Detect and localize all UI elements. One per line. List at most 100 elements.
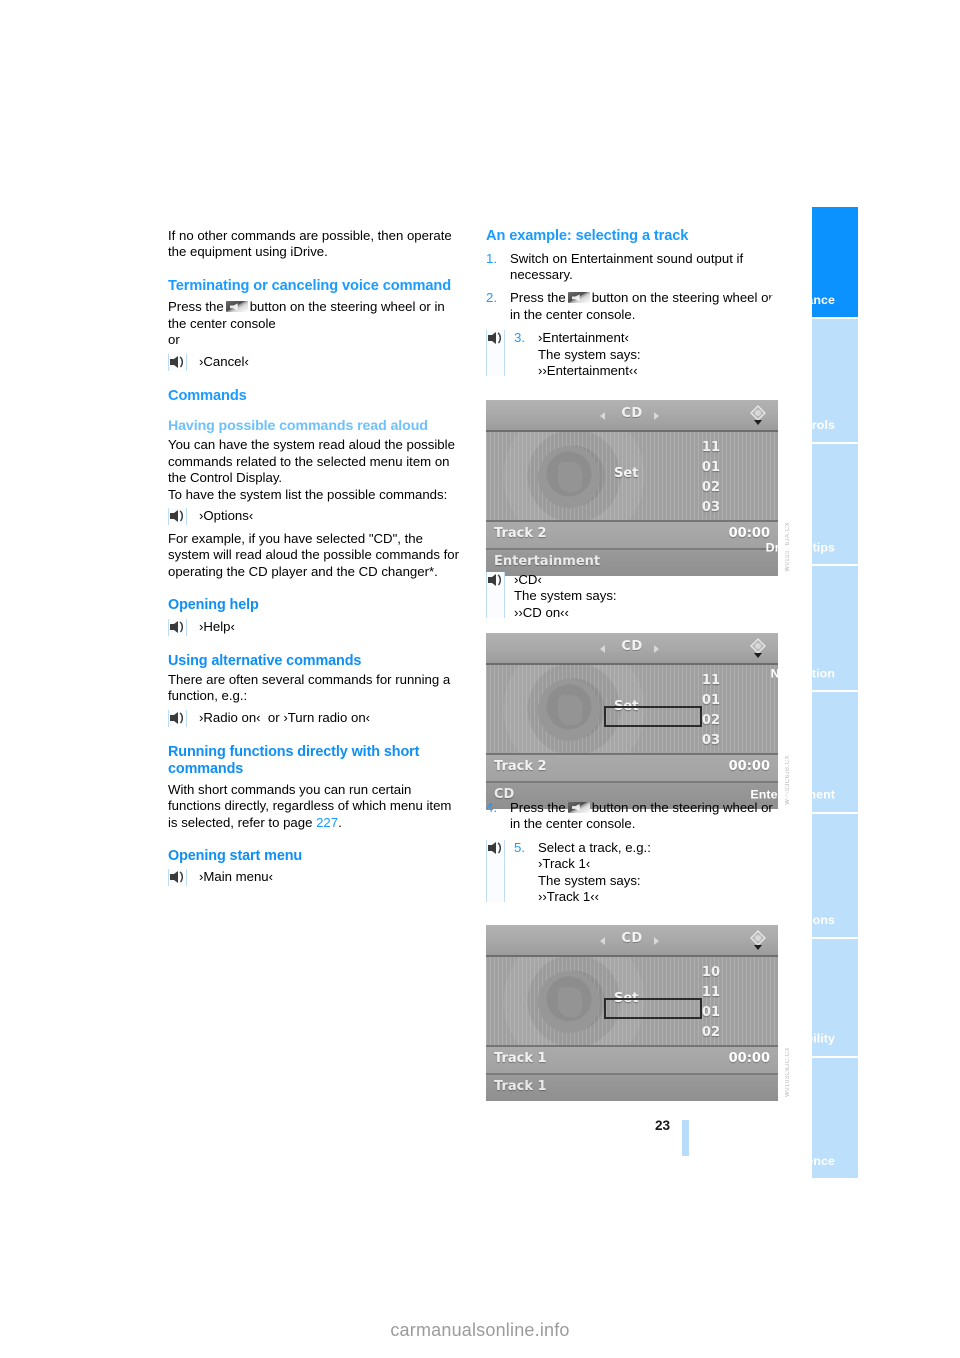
track-number-item: 02 [701, 480, 720, 495]
step-number: 4. [486, 800, 497, 815]
voice-button-icon [225, 301, 248, 313]
step-text: Switch on Entertainment sound output if … [510, 250, 744, 282]
voice-command-label: ›Options‹ [199, 508, 254, 524]
step-number: 3. [514, 330, 525, 346]
voice-command-radio-on: ›Radio on‹ or ›Turn radio on‹ [168, 709, 460, 727]
tab-controls[interactable]: Controls [783, 319, 858, 442]
system-says-label: The system says: [514, 588, 617, 604]
display-title: CD [621, 406, 643, 421]
chapter-tab-rail: At a glance Controls Driving tips Naviga… [733, 207, 858, 1180]
tab-label: Communications [733, 913, 835, 927]
cd-disc-graphic [538, 679, 600, 741]
step-text: Press the button on the steering wheel or… [510, 800, 778, 833]
tab-driving-tips[interactable]: Driving tips [766, 444, 858, 564]
tab-at-a-glance[interactable]: At a glance [768, 207, 858, 317]
heading-opening-help: Opening help [168, 597, 259, 614]
tab-reference[interactable]: Reference [774, 1058, 858, 1178]
track-number-item: 02 [701, 1025, 720, 1040]
voice-command-icon [486, 572, 505, 618]
voice-command-label: ›Help‹ [199, 618, 235, 634]
terminating-press-paragraph: Press the button on the steering wheel or… [168, 299, 460, 332]
display-main-area: Set 11 01 02 03 [486, 432, 778, 520]
system-says-label: The system says: [538, 346, 641, 362]
heading-short-commands: Running functions directly with short co… [168, 743, 420, 778]
manual-page: If no other commands are possible, then … [0, 0, 960, 1358]
short-commands-text: With short commands you can run certain … [168, 781, 452, 830]
read-aloud-paragraph-1: You can have the system read aloud the p… [168, 437, 455, 486]
tab-communications[interactable]: Communications [733, 814, 858, 937]
alternative-paragraph: There are often several commands for run… [168, 672, 451, 704]
tab-label: Driving tips [765, 540, 835, 554]
idrive-display-2: CD Set 11 01 02 03 Track 2 00:00 CD W010… [486, 633, 791, 809]
track-number-list: 11 01 02 03 [690, 671, 720, 751]
display-title-bar: CD [486, 400, 778, 432]
voice-command-help: ›Help‹ [168, 618, 460, 636]
elapsed-time: 00:00 [728, 1051, 770, 1066]
display-status-bar: Track 1 [486, 1073, 778, 1101]
voice-command-main-menu: ›Main menu‹ [168, 869, 460, 887]
step-text: ›Entertainment‹ The system says: ››Enter… [538, 330, 778, 379]
track-number-item: 02 [701, 713, 720, 728]
display-main-area: Set 10 11 01 02 [486, 957, 778, 1045]
tab-entertainment[interactable]: Entertainment [750, 692, 858, 812]
idrive-display-1: CD Set 11 01 02 03 Track 2 00:00 Enterta… [486, 400, 791, 576]
track-number-item: 10 [701, 965, 720, 980]
track-number-item: 01 [701, 460, 720, 475]
display-title: CD [621, 931, 643, 946]
heading-terminating-voice-command: Terminating or canceling voice command [168, 277, 452, 294]
voice-command-cancel: ›Cancel‹ [168, 353, 460, 371]
step-4: 4. Press the button on the steering wheel… [486, 800, 778, 833]
page-reference-link[interactable]: 227 [316, 815, 338, 830]
step-text: Press the button on the steering wheel or… [510, 290, 778, 323]
next-arrow-icon [654, 412, 659, 420]
set-label: Set [614, 466, 639, 481]
press-prefix-text: Press the [168, 299, 224, 315]
heading-commands: Commands [168, 387, 247, 404]
voice-command-label: ›Main menu‹ [199, 869, 274, 885]
display-track-bar: Track 2 00:00 [486, 753, 778, 781]
read-aloud-paragraph-2: To have the system list the possible com… [168, 486, 448, 502]
voice-command-label: ›Cancel‹ [199, 353, 249, 369]
short-commands-paragraph: With short commands you can run certain … [168, 782, 460, 831]
right-text-column: An example: selecting a track 1. Switch … [486, 228, 778, 379]
voice-button-icon [567, 292, 590, 304]
step-number: 2. [486, 290, 497, 306]
heading-alternative-commands: Using alternative commands [168, 652, 362, 669]
system-says-value: ››CD on‹‹ [514, 604, 569, 620]
track-number-list: 10 11 01 02 [690, 963, 720, 1043]
track-number-item: 11 [701, 985, 720, 1000]
step-lead-text: Select a track, e.g.: [538, 839, 651, 855]
elapsed-time: 00:00 [728, 526, 770, 541]
current-track-label: Track 2 [494, 759, 547, 774]
figure-code: W0103C6JC.CX [785, 1046, 791, 1097]
step-number: 1. [486, 250, 497, 266]
track-number-item: 03 [701, 500, 720, 515]
tab-mobility[interactable]: Mobility [787, 939, 858, 1056]
tab-label: Navigation [770, 666, 835, 680]
intro-paragraph: If no other commands are possible, then … [168, 228, 452, 260]
display-track-bar: Track 1 00:00 [486, 1045, 778, 1073]
voice-command-icon [168, 869, 187, 887]
voice-block-text: ›CD‹ The system says: ››CD on‹‹ [514, 572, 778, 621]
current-track-label: Track 1 [494, 1051, 547, 1066]
tab-label: Controls [783, 418, 835, 432]
voice-command-icon [168, 353, 187, 371]
track-number-list: 11 01 02 03 [690, 438, 720, 518]
step-text-prefix: Press the [510, 290, 566, 306]
steps-4-5-group: 4. Press the button on the steering wheel… [486, 800, 778, 905]
tab-navigation[interactable]: Navigation [771, 566, 858, 690]
next-arrow-icon [654, 645, 659, 653]
page-number: 23 [655, 1118, 671, 1133]
step-5: 5. Select a track, e.g.: ›Track 1‹ The s… [486, 839, 778, 906]
voice-command-label: ›CD‹ [514, 572, 542, 587]
track-number-item: 11 [701, 673, 720, 688]
track-number-item: 03 [701, 733, 720, 748]
voice-command-label: ›Entertainment‹ [538, 330, 629, 346]
display-title-bar: CD [486, 925, 778, 957]
status-bar-label: Track 1 [494, 1079, 547, 1094]
voice-block-cd: ›CD‹ The system says: ››CD on‹‹ [486, 572, 778, 621]
settings-diamond-icon [750, 638, 766, 658]
page-number-bar [682, 1120, 689, 1156]
elapsed-time: 00:00 [728, 759, 770, 774]
voice-button-icon [567, 802, 590, 813]
